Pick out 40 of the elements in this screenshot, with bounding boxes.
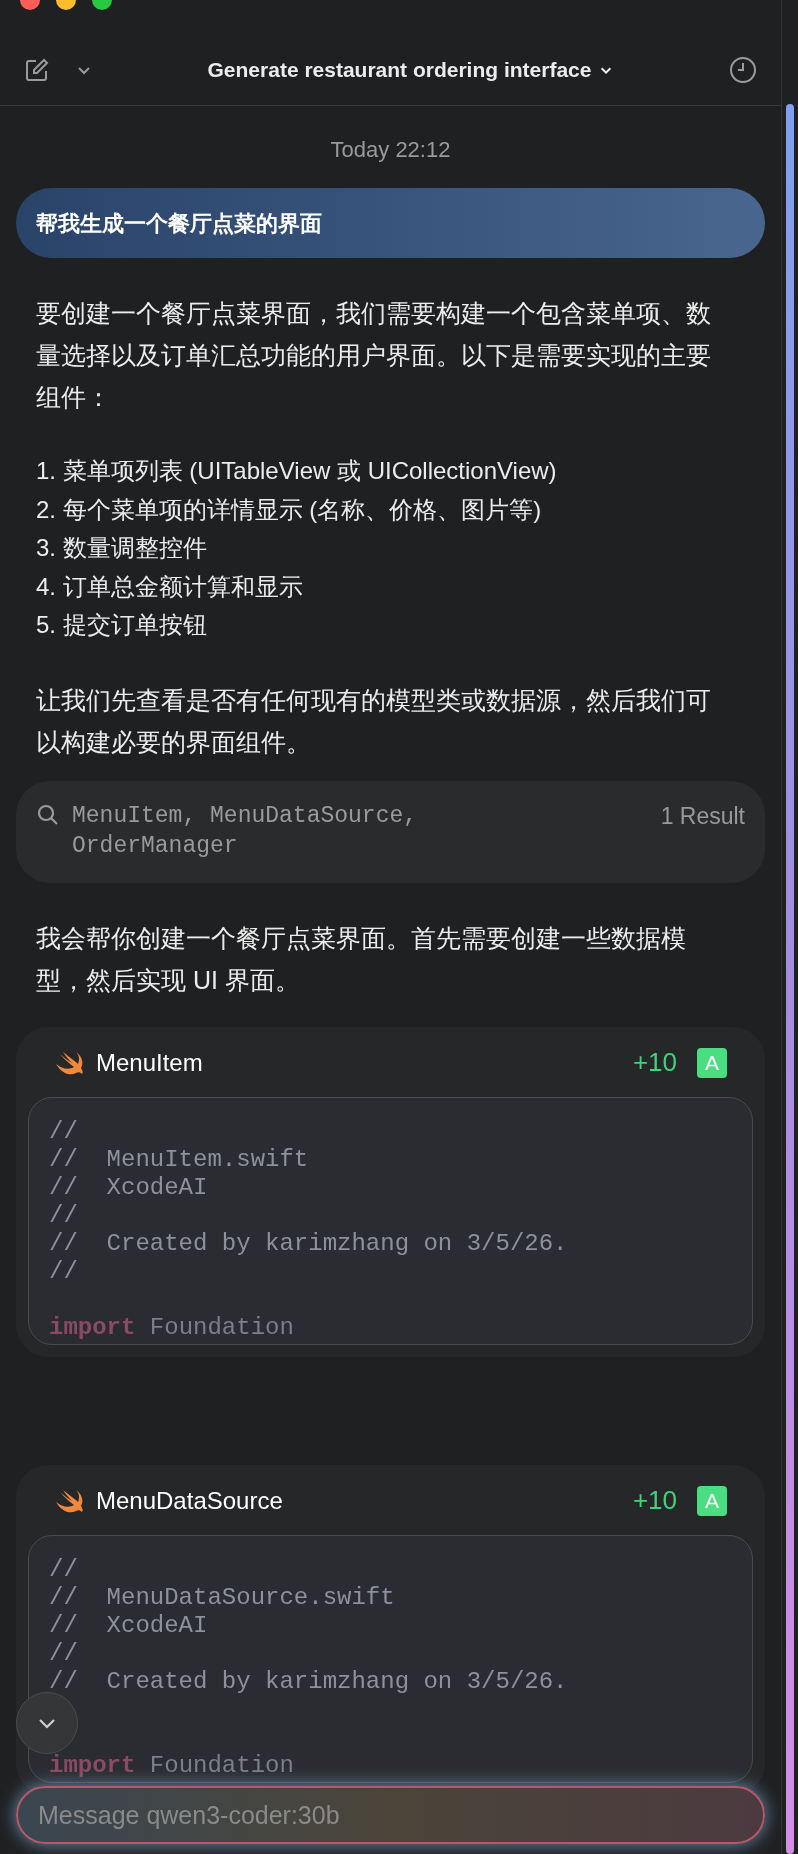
search-icon [36,802,60,827]
assistant-paragraph: 我会帮你创建一个餐厅点菜界面。首先需要创建一些数据模型，然后实现 UI 界面。 [36,922,687,996]
list-item: 4. 订单总金额计算和显示 [36,571,304,602]
code-comment: // [49,1257,79,1286]
added-lines-count: +10 [632,1484,677,1517]
message-input-field[interactable]: Message qwen3-coder:30b [16,1786,765,1844]
user-message-bubble: 帮我生成一个餐厅点菜的界面 [16,188,765,258]
swift-bird-icon [54,1487,84,1514]
list-item: 5. 提交订单按钮 [36,610,208,640]
code-line: import Foundation [49,1313,295,1342]
conversation-title-menu[interactable]: Generate restaurant ordering interface [207,53,614,86]
code-comment: // MenuDataSource.swift [49,1583,396,1612]
code-comment: // XcodeAI [49,1173,209,1202]
list-item: 1. 菜单项列表 (UITableView 或 UICollectionView) [36,456,558,486]
scroll-bar[interactable] [786,104,794,1854]
file-name: MenuItem [96,1047,203,1078]
code-comment: // MenuItem.swift [49,1145,310,1174]
code-comment: // XcodeAI [49,1611,209,1640]
search-query: MenuItem, MenuDataSource, OrderManager [72,801,419,861]
assistant-paragraph: 要创建一个餐厅点菜界面，我们需要构建一个包含菜单项、数量选择以及订单汇总功能的用户界面。以下是需要实现的主要组件： [36,298,712,413]
assistant-paragraph: 让我们先查看是否有任何现有的模型类或数据源，然后我们可以构建必要的界面组件。 [36,684,712,758]
code-comment: // Created by karimzhang on 3/5/26. [49,1667,569,1696]
code-comment: // [49,1117,79,1146]
swift-bird-icon [54,1049,84,1076]
added-file-badge: A [697,1485,727,1516]
history-clock-icon[interactable] [729,55,757,84]
added-file-badge: A [697,1047,727,1078]
compose-icon[interactable] [24,56,50,83]
list-item: 3. 数量调整控件 [36,533,208,563]
list-item: 2. 每个菜单项的详情显示 (名称、价格、图片等) [36,494,543,525]
added-lines-count: +10 [632,1046,677,1079]
code-line: import Foundation [49,1751,295,1780]
code-comment: // [49,1201,79,1230]
message-timestamp: Today 22:12 [329,136,452,164]
code-comment: // [49,1639,79,1668]
code-comment: // Created by karimzhang on 3/5/26. [49,1229,569,1258]
result-count: 1 Result [660,801,745,831]
search-result-card[interactable]: MenuItem, MenuDataSource, OrderManager 1 Result [16,780,765,883]
file-name: MenuDataSource [96,1485,283,1516]
code-comment: // [49,1555,79,1584]
